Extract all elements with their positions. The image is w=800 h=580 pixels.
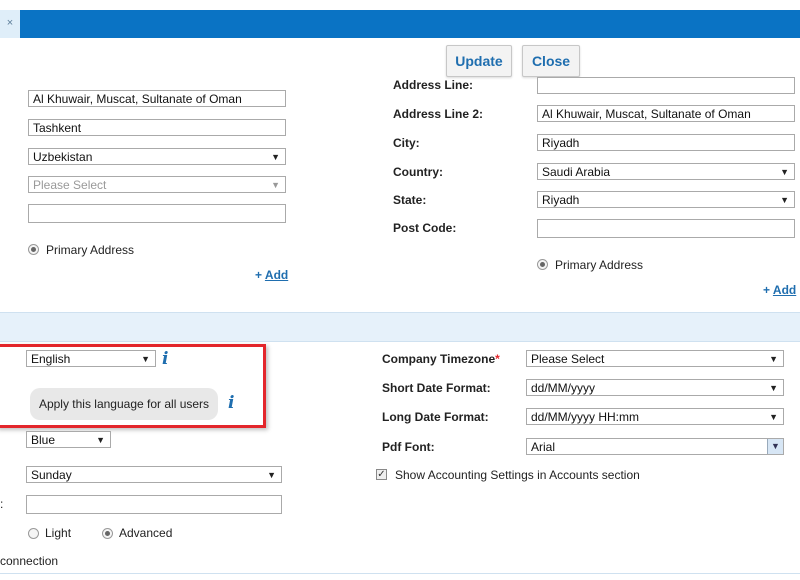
city-label: City: (393, 136, 420, 150)
address-line-2-label: Address Line 2: (393, 107, 484, 121)
state-select[interactable]: Riyadh ▼ (537, 191, 795, 208)
mode-light-label: Light (45, 526, 72, 540)
update-button[interactable]: Update (446, 45, 512, 77)
theme-value: Blue (31, 433, 56, 447)
left-country-select[interactable]: Uzbekistan ▼ (28, 148, 286, 165)
company-timezone-label: Company Timezone* (382, 352, 500, 366)
left-city-input[interactable]: Tashkent (28, 119, 286, 136)
state-label: State: (393, 193, 427, 207)
dropdown-caret-icon: ▼ (769, 412, 778, 422)
country-label: Country: (393, 165, 443, 179)
section-divider-band (0, 312, 800, 342)
company-timezone-label-text: Company Timezone (382, 352, 496, 366)
dropdown-caret-icon: ▼ (271, 152, 280, 162)
short-date-select[interactable]: dd/MM/yyyy ▼ (526, 379, 784, 396)
mode-advanced-label: Advanced (119, 526, 173, 540)
radio-icon (28, 244, 39, 255)
dropdown-caret-icon: ▼ (96, 435, 105, 445)
dropdown-caret-icon[interactable]: ▼ (767, 439, 783, 454)
dropdown-caret-icon: ▼ (769, 354, 778, 364)
left-state-select[interactable]: Please Select ▼ (28, 176, 286, 193)
checkbox-checked-icon[interactable]: ✓ (376, 469, 387, 480)
left-post-code-input[interactable] (28, 204, 286, 223)
company-timezone-value: Please Select (531, 352, 605, 366)
show-accounting-label: Show Accounting Settings in Accounts sec… (395, 468, 640, 482)
short-date-value: dd/MM/yyyy (531, 381, 596, 395)
required-mark: * (495, 352, 500, 366)
post-code-label: Post Code: (393, 221, 457, 235)
week-start-value: Sunday (31, 468, 72, 482)
mode-advanced-radio[interactable] (102, 528, 113, 539)
theme-select[interactable]: Blue ▼ (26, 431, 111, 448)
long-date-label: Long Date Format: (382, 410, 489, 424)
left-add-label: Add (264, 268, 289, 282)
dropdown-caret-icon: ▼ (780, 195, 789, 205)
truncated-label-colon: : (0, 497, 4, 511)
highlight-box (0, 344, 266, 428)
city-input[interactable]: Riyadh (537, 134, 795, 151)
right-add-link[interactable]: + Add (763, 283, 796, 297)
address-line-input[interactable] (537, 77, 795, 94)
country-value: Saudi Arabia (542, 165, 611, 179)
company-timezone-select[interactable]: Please Select ▼ (526, 350, 784, 367)
bottom-divider (0, 573, 800, 574)
right-primary-address-label: Primary Address (555, 258, 644, 272)
dropdown-caret-icon: ▼ (769, 383, 778, 393)
left-state-placeholder: Please Select (33, 178, 107, 192)
top-strip (0, 0, 800, 10)
close-tab-icon[interactable]: × (0, 10, 20, 38)
right-add-label: Add (772, 283, 797, 297)
radio-icon (102, 528, 113, 539)
address-line-2-input[interactable]: Al Khuwair, Muscat, Sultanate of Oman (537, 105, 795, 122)
long-date-select[interactable]: dd/MM/yyyy HH:mm ▼ (526, 408, 784, 425)
state-value: Riyadh (542, 193, 580, 207)
dialog-header (0, 10, 800, 38)
country-select[interactable]: Saudi Arabia ▼ (537, 163, 795, 180)
radio-icon (537, 259, 548, 270)
pdf-font-label: Pdf Font: (382, 440, 435, 454)
left-country-value: Uzbekistan (33, 150, 93, 164)
post-code-input[interactable] (537, 219, 795, 238)
dropdown-caret-icon: ▼ (271, 180, 280, 190)
left-add-link[interactable]: + Add (255, 268, 288, 282)
connection-label: connection (0, 554, 59, 568)
short-date-label: Short Date Format: (382, 381, 491, 395)
dropdown-caret-icon: ▼ (267, 470, 276, 480)
add-plus-icon: + (763, 283, 771, 297)
dropdown-caret-icon: ▼ (780, 167, 789, 177)
pdf-font-select[interactable]: Arial ▼ (526, 438, 784, 455)
address-line-label: Address Line: (393, 78, 474, 92)
week-start-select[interactable]: Sunday ▼ (26, 466, 282, 483)
empty-setting-input[interactable] (26, 495, 282, 514)
left-primary-address-radio[interactable] (28, 244, 39, 255)
close-button[interactable]: Close (522, 45, 580, 77)
left-address-line-2-input[interactable]: Al Khuwair, Muscat, Sultanate of Oman (28, 90, 286, 107)
radio-icon (28, 528, 39, 539)
left-primary-address-label: Primary Address (46, 243, 135, 257)
mode-light-radio[interactable] (28, 528, 39, 539)
add-plus-icon: + (255, 268, 263, 282)
pdf-font-value: Arial (531, 440, 556, 454)
long-date-value: dd/MM/yyyy HH:mm (531, 410, 639, 424)
right-primary-address-radio[interactable] (537, 259, 548, 270)
